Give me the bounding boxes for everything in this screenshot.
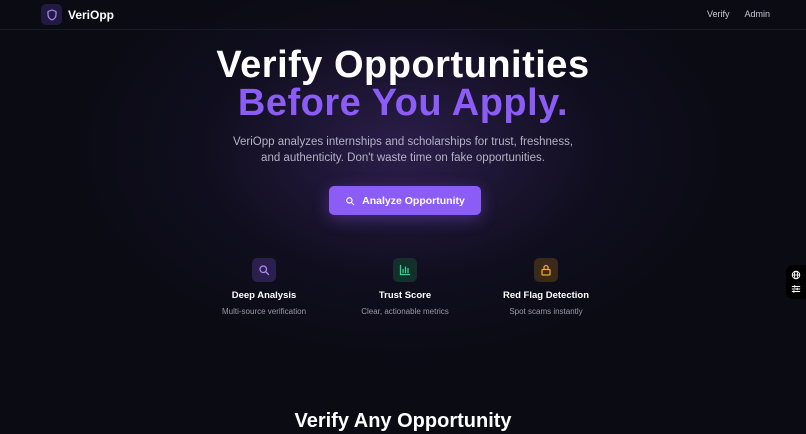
hero-subtitle: VeriOpp analyzes internships and scholar… (203, 134, 603, 166)
top-nav: VeriOpp Verify Admin (0, 0, 806, 30)
feature-desc: Spot scams instantly (509, 307, 583, 316)
feature-title: Red Flag Detection (502, 290, 590, 301)
brand[interactable]: VeriOpp (41, 4, 114, 25)
hero-subtitle-line2: and authenticity. Don't waste time on fa… (261, 152, 545, 164)
nav-link-admin[interactable]: Admin (744, 9, 770, 19)
globe-icon[interactable] (791, 270, 801, 280)
side-widget (786, 265, 806, 299)
hero-title: Verify Opportunities (216, 44, 590, 86)
hero-subtitle-line1: VeriOpp analyzes internships and scholar… (232, 136, 574, 148)
sliders-icon[interactable] (791, 284, 801, 294)
analyze-opportunity-button[interactable]: Analyze Opportunity (329, 186, 481, 215)
page: VeriOpp Verify Admin Verify Opportunitie… (0, 0, 806, 434)
nav-link-verify[interactable]: Verify (707, 9, 730, 19)
nav-links: Verify Admin (707, 9, 770, 19)
feature-desc: Clear, actionable metrics (361, 307, 449, 316)
bar-chart-icon (393, 258, 417, 282)
search-icon (252, 258, 276, 282)
shield-icon (41, 4, 62, 25)
feature-red-flag-detection: Red Flag Detection Spot scams instantly (471, 258, 621, 316)
lock-icon (534, 258, 558, 282)
hero-title-accent: Before You Apply. (237, 82, 569, 124)
section-title: Verify Any Opportunity (294, 410, 512, 432)
search-icon (345, 196, 355, 206)
feature-title: Deep Analysis (231, 290, 297, 301)
brand-name: VeriOpp (68, 7, 115, 22)
feature-deep-analysis: Deep Analysis Multi-source verification (189, 258, 339, 316)
analyze-opportunity-label: Analyze Opportunity (362, 194, 465, 207)
feature-title: Trust Score (378, 290, 432, 301)
feature-trust-score: Trust Score Clear, actionable metrics (330, 258, 480, 316)
feature-desc: Multi-source verification (221, 307, 307, 316)
